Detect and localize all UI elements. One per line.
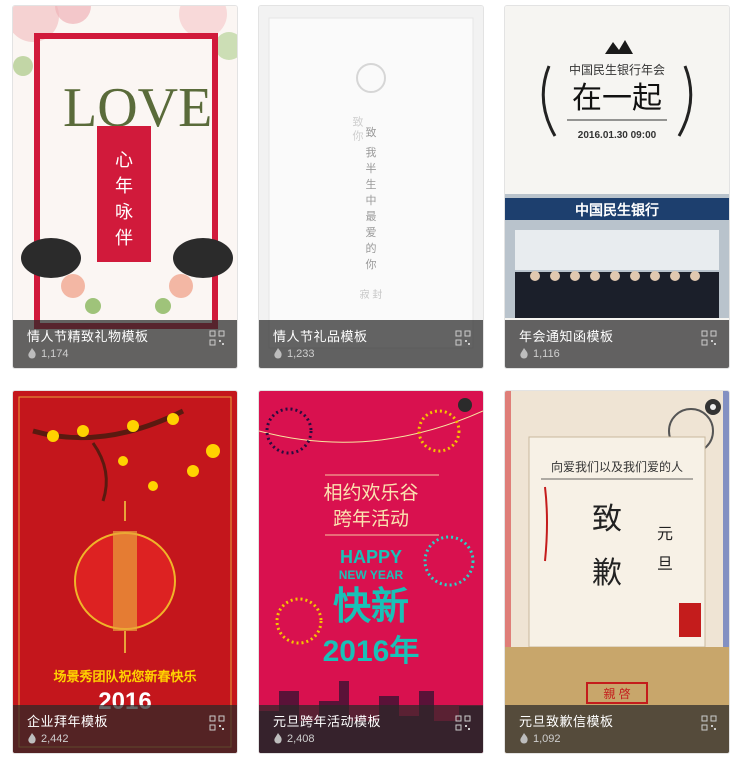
event-date: 2016.01.30 09:00 xyxy=(578,130,657,141)
template-card-valentine-present[interactable]: 致 你 致 我 半 生 中 最 爱 的 你 寂 封 情人节礼品模板 1,233 xyxy=(258,5,484,369)
happy-text: HAPPY xyxy=(340,547,402,567)
poem-char: 年 xyxy=(115,176,133,196)
template-card-annual-meeting[interactable]: 中国民生银行年会 在一起 2016.01.30 09:00 中国民生银行 年会通… xyxy=(504,5,730,369)
qr-code-icon[interactable] xyxy=(209,330,225,346)
qr-code-icon[interactable] xyxy=(455,330,471,346)
qr-code-icon[interactable] xyxy=(701,330,717,346)
seal-text: 親 啓 xyxy=(603,686,630,701)
svg-text:爱: 爱 xyxy=(366,226,377,239)
card-title[interactable]: 元旦跨年活动模板 xyxy=(273,711,381,730)
card-title[interactable]: 元旦致歉信模板 xyxy=(519,711,614,730)
greeting-text: 场景秀团队祝您新春快乐 xyxy=(53,669,196,684)
flame-icon xyxy=(28,348,36,359)
card-info-bar: 情人节精致礼物模板 1,174 xyxy=(13,320,237,368)
template-card-new-year-party[interactable]: 相约欢乐谷 跨年活动 HAPPY NEW YEAR 快新 2016年 元旦跨年活… xyxy=(258,390,484,754)
view-count: 1,092 xyxy=(519,733,561,745)
event-title-2: 跨年活动 xyxy=(333,508,409,530)
letter-char-zhi: 致 xyxy=(592,503,622,536)
svg-text:我: 我 xyxy=(366,146,377,159)
flame-icon xyxy=(520,733,528,744)
event-headline: 在一起 xyxy=(572,82,662,115)
view-count-value: 2,442 xyxy=(41,733,69,745)
share-badge-icon[interactable] xyxy=(705,399,721,415)
svg-text:生: 生 xyxy=(366,177,377,191)
view-count-value: 1,116 xyxy=(533,348,560,360)
card-info-bar: 企业拜年模板 2,442 xyxy=(13,705,237,753)
card-title[interactable]: 年会通知函模板 xyxy=(519,326,614,345)
thumbnail-annual-meeting[interactable]: 中国民生银行年会 在一起 2016.01.30 09:00 中国民生银行 xyxy=(505,6,729,368)
letter-heading: 向爱我们以及我们爱的人 xyxy=(551,459,683,474)
card-info-bar: 元旦致歉信模板 1,092 xyxy=(505,705,729,753)
thumbnail-new-year-greeting[interactable]: 场景秀团队祝您新春快乐 2016 xyxy=(13,391,237,753)
letter-char-dan: 旦 xyxy=(657,556,673,573)
card-title[interactable]: 情人节礼品模板 xyxy=(273,326,368,345)
thumbnail-valentine-present[interactable]: 致 你 致 我 半 生 中 最 爱 的 你 寂 封 xyxy=(259,6,483,368)
poem-char: 咏 xyxy=(115,202,133,222)
card-title[interactable]: 企业拜年模板 xyxy=(27,711,108,730)
svg-text:最: 最 xyxy=(366,210,377,223)
event-org: 中国民生银行年会 xyxy=(569,62,665,77)
kuaixin-text: 快新 xyxy=(333,586,409,628)
view-count: 1,174 xyxy=(27,348,69,360)
thumbnail-new-year-apology[interactable]: 向爱我们以及我们爱的人 致 歉 元 旦 親 啓 xyxy=(505,391,729,753)
stamp-text: 致 你 xyxy=(351,115,364,141)
svg-text:中: 中 xyxy=(366,194,377,207)
svg-text:的: 的 xyxy=(366,241,377,255)
poem-char: 心 xyxy=(115,150,133,170)
view-count: 2,408 xyxy=(273,733,315,745)
letter-char-yuan: 元 xyxy=(657,526,673,543)
card-title[interactable]: 情人节精致礼物模板 xyxy=(27,326,149,345)
flame-icon xyxy=(274,733,282,744)
poem-char: 伴 xyxy=(115,228,133,248)
thumbnail-new-year-party[interactable]: 相约欢乐谷 跨年活动 HAPPY NEW YEAR 快新 2016年 xyxy=(259,391,483,753)
svg-text:致: 致 xyxy=(366,125,377,139)
view-count-value: 2,408 xyxy=(287,733,315,745)
view-count-value: 1,174 xyxy=(41,348,69,360)
flame-icon xyxy=(274,348,282,359)
view-count: 1,233 xyxy=(273,348,315,360)
thumbnail-valentine-gift[interactable]: LOVE 心 年 咏 伴 xyxy=(13,6,237,368)
qr-code-icon[interactable] xyxy=(701,715,717,731)
new-year-text: NEW YEAR xyxy=(339,568,404,582)
year-text: 2016年 xyxy=(323,635,420,668)
qr-code-icon[interactable] xyxy=(455,715,471,731)
template-card-valentine-gift[interactable]: LOVE 心 年 咏 伴 情人节精致礼物模板 1,174 xyxy=(12,5,238,369)
card-info-bar: 情人节礼品模板 1,233 xyxy=(259,320,483,368)
flame-icon xyxy=(520,348,528,359)
event-title-1: 相约欢乐谷 xyxy=(323,482,418,504)
view-count: 2,442 xyxy=(27,733,69,745)
template-card-new-year-apology[interactable]: 向爱我们以及我们爱的人 致 歉 元 旦 親 啓 元旦致歉信模板 1,092 xyxy=(504,390,730,754)
view-count-value: 1,092 xyxy=(533,733,561,745)
template-card-new-year-greeting[interactable]: 场景秀团队祝您新春快乐 2016 企业拜年模板 2,442 xyxy=(12,390,238,754)
svg-text:半: 半 xyxy=(366,161,377,175)
bank-sign: 中国民生银行 xyxy=(575,202,659,218)
svg-text:你: 你 xyxy=(366,258,377,271)
card-info-bar: 元旦跨年活动模板 2,408 xyxy=(259,705,483,753)
card-info-bar: 年会通知函模板 1,116 xyxy=(505,320,729,368)
qr-code-icon[interactable] xyxy=(209,715,225,731)
view-count: 1,116 xyxy=(519,348,560,360)
view-count-value: 1,233 xyxy=(287,348,315,360)
letter-char-qian: 歉 xyxy=(592,557,622,590)
svg-text:寂 封: 寂 封 xyxy=(360,288,383,301)
flame-icon xyxy=(28,733,36,744)
